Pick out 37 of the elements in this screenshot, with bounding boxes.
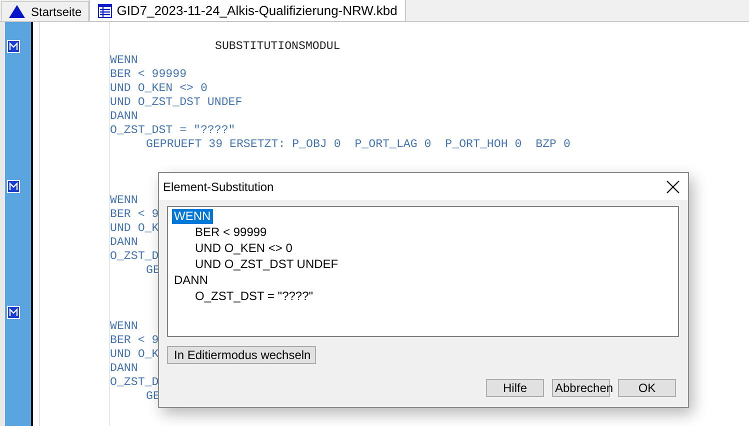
code-line: WENN [110,54,138,67]
code-line: GEPRUEFT 39 ERSETZT: P_OBJ 0 P_ORT_LAG 0 P_ORT_HOH 0 BZP 0 [146,138,570,151]
tab[interactable]: GID7_2023-11-24_Alkis-Qualifizierung-NRW.kbd [88,0,406,21]
code-line: BER < 9 [110,208,159,221]
module-icon[interactable] [7,306,20,318]
code-line: DANN [110,236,138,249]
tab[interactable]: Startseite [1,1,89,21]
code-line: UND O_KEN <> 0 [110,82,208,95]
dialog-button[interactable]: OK [618,379,676,397]
tree-item[interactable]: UND O_ZST_DST UNDEF [193,256,340,272]
tree-item[interactable]: WENN [172,208,213,224]
module-icon[interactable] [7,40,20,52]
code-line: WENN [110,194,138,207]
code-line: WENN [110,320,138,333]
dialog-button[interactable]: Abbrechen [552,379,610,397]
code-line: UND O_K [110,348,159,361]
tree-item[interactable]: UND O_KEN <> 0 [193,240,294,256]
spreadsheet-icon [98,4,112,18]
close-icon[interactable] [665,178,681,194]
code-line: O_ZST_DST = "????" [110,124,236,137]
triangle-icon [8,4,26,19]
dialog-button[interactable]: Hilfe [486,379,544,397]
code-line: O_ZST_D [110,250,159,263]
tree-item[interactable]: DANN [172,272,210,288]
code-line: UND O_ZST_DST UNDEF [110,96,242,109]
code-line: BER < 99999 [110,68,187,81]
module-icon[interactable] [7,180,20,192]
module-title: SUBSTITUTIONSMODUL [215,40,340,53]
code-line: BER < 9 [110,334,159,347]
code-line: UND O_K [110,222,159,235]
dialog-title: Element-Substitution [163,180,274,194]
edit-mode-button[interactable]: In Editiermodus wechseln [167,346,316,364]
tree-item[interactable]: BER < 99999 [193,224,269,240]
code-line: DANN [110,110,138,123]
code-line: DANN [110,362,138,375]
tree-item[interactable]: O_ZST_DST = "????" [193,288,316,304]
code-line: O_ZST_D [110,376,159,389]
